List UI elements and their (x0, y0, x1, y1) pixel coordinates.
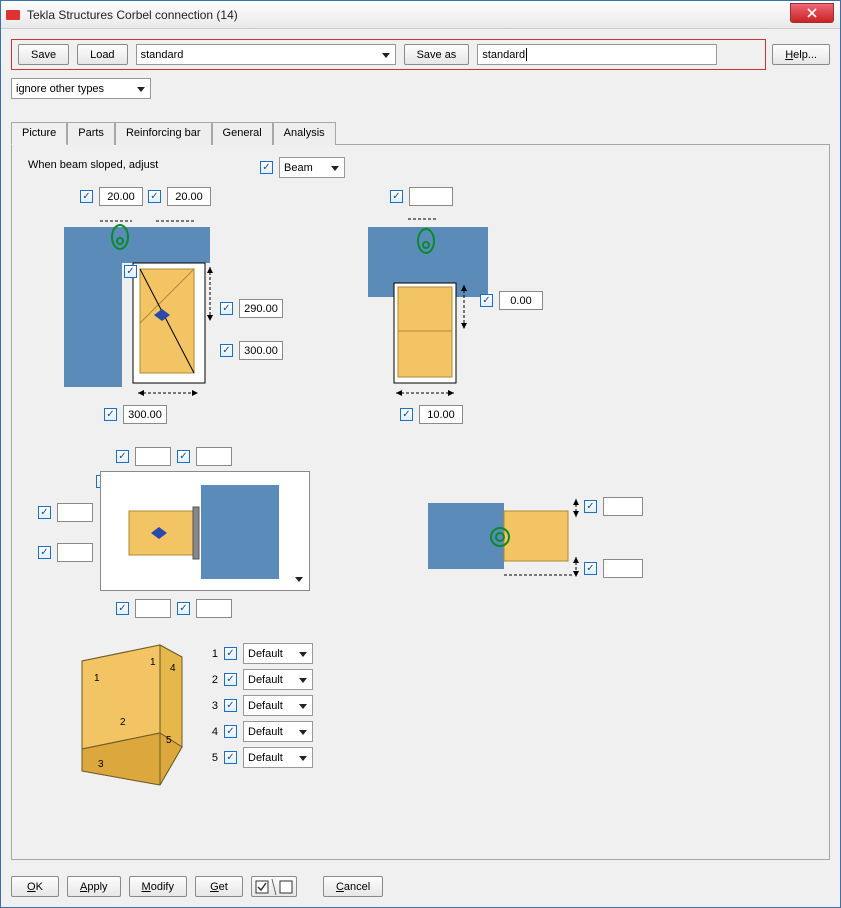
chamfer-num-5: 5 (206, 752, 218, 764)
d3-b1-check[interactable] (116, 602, 129, 615)
tab-general[interactable]: General (212, 122, 273, 145)
d4-rbot-check[interactable] (584, 562, 597, 575)
preset-select[interactable]: standard (136, 44, 396, 65)
d2-bottom-input[interactable]: 10.00 (419, 405, 463, 424)
svg-text:3: 3 (98, 759, 104, 770)
d4-rtop-input[interactable] (603, 497, 643, 516)
close-button[interactable] (790, 3, 834, 23)
get-button[interactable]: Get (195, 876, 243, 897)
d3-b2-check[interactable] (177, 602, 190, 615)
d2-top-check[interactable] (390, 190, 403, 203)
chamfer-num-3: 3 (206, 700, 218, 712)
d3-t2-check[interactable] (177, 450, 190, 463)
toggle-checks-icon (254, 879, 294, 895)
chamfer-4-check[interactable] (224, 725, 237, 738)
svg-text:1: 1 (94, 673, 100, 684)
d2-top-input[interactable] (409, 187, 453, 206)
d1-bottom-input[interactable]: 300.00 (123, 405, 167, 424)
d4-rbot-input[interactable] (603, 559, 643, 578)
preset-toolbar: Save Load standard Save as standard (11, 39, 766, 70)
chamfer-4-select[interactable]: Default (243, 721, 313, 742)
sloped-check[interactable] (260, 161, 273, 174)
load-button[interactable]: Load (77, 44, 127, 65)
close-icon (807, 8, 817, 18)
d1-topleft-input[interactable]: 20.00 (99, 187, 143, 206)
d1-r1-input[interactable]: 290.00 (239, 299, 283, 318)
text-cursor (526, 48, 527, 61)
chamfer-5-select[interactable]: Default (243, 747, 313, 768)
svg-text:1: 1 (150, 657, 156, 668)
d2-bottom-check[interactable] (400, 408, 413, 421)
d1-r1-check[interactable] (220, 302, 233, 315)
chamfer-5-check[interactable] (224, 751, 237, 764)
tab-parts[interactable]: Parts (67, 122, 115, 145)
tabs: Picture Parts Reinforcing bar General An… (11, 121, 830, 145)
preset-select-value: standard (141, 49, 184, 61)
d4-rtop-check[interactable] (584, 500, 597, 513)
d3-b2-input[interactable] (196, 599, 232, 618)
d1-topright-input[interactable]: 20.00 (167, 187, 211, 206)
saveas-button[interactable]: Save as (404, 44, 470, 65)
chamfer-2-select[interactable]: Default (243, 669, 313, 690)
d3-l2-input[interactable] (57, 543, 93, 562)
cancel-button[interactable]: Cancel (323, 876, 383, 897)
preset-name-input[interactable]: standard (477, 44, 717, 65)
filter-select[interactable]: ignore other types (11, 78, 151, 99)
chamfer-num-1: 1 (206, 648, 218, 660)
sloped-select[interactable]: Beam (279, 157, 345, 178)
tab-analysis[interactable]: Analysis (273, 122, 336, 145)
chamfer-1-select[interactable]: Default (243, 643, 313, 664)
chamfer-num-2: 2 (206, 674, 218, 686)
d1-r2-check[interactable] (220, 344, 233, 357)
toggle-checks-button[interactable] (251, 876, 297, 897)
diagram-3 (105, 477, 295, 585)
apply-button[interactable]: Apply (67, 876, 121, 897)
d3-l1-check[interactable] (38, 506, 51, 519)
tab-reinforcing-bar[interactable]: Reinforcing bar (115, 122, 212, 145)
svg-text:4: 4 (170, 663, 176, 674)
chamfer-3-check[interactable] (224, 699, 237, 712)
d2-right-input[interactable]: 0.00 (499, 291, 543, 310)
save-button[interactable]: Save (18, 44, 69, 65)
d2-right-check[interactable] (480, 294, 493, 307)
chamfer-diagram: 1 1 4 2 5 3 (64, 635, 194, 795)
diagram-1 (64, 213, 224, 403)
d1-inner-check[interactable] (124, 265, 137, 278)
d1-topright-check[interactable] (148, 190, 161, 203)
ok-button[interactable]: OK (11, 876, 59, 897)
d1-bottom-check[interactable] (104, 408, 117, 421)
d3-t2-input[interactable] (196, 447, 232, 466)
d3-picture-select[interactable] (100, 471, 310, 591)
d1-r2-input[interactable]: 300.00 (239, 341, 283, 360)
d3-t1-input[interactable] (135, 447, 171, 466)
chamfer-1-check[interactable] (224, 647, 237, 660)
d1-topleft-check[interactable] (80, 190, 93, 203)
svg-text:2: 2 (120, 717, 126, 728)
chamfer-3-select[interactable]: Default (243, 695, 313, 716)
svg-text:5: 5 (166, 735, 172, 746)
d3-t1-check[interactable] (116, 450, 129, 463)
d3-b1-input[interactable] (135, 599, 171, 618)
d3-l2-check[interactable] (38, 546, 51, 559)
app-icon (5, 7, 21, 23)
window-title: Tekla Structures Corbel connection (14) (27, 8, 238, 22)
help-button[interactable]: Help... (772, 44, 830, 65)
diagram-4 (424, 493, 594, 583)
chamfer-num-4: 4 (206, 726, 218, 738)
sloped-label: When beam sloped, adjust (28, 159, 158, 171)
d3-l1-input[interactable] (57, 503, 93, 522)
chamfer-2-check[interactable] (224, 673, 237, 686)
tab-picture[interactable]: Picture (11, 122, 67, 145)
chamfer-list: 1 Default 2 Default 3 Default (206, 643, 313, 773)
modify-button[interactable]: Modify (129, 876, 187, 897)
titlebar: Tekla Structures Corbel connection (14) (1, 1, 840, 29)
